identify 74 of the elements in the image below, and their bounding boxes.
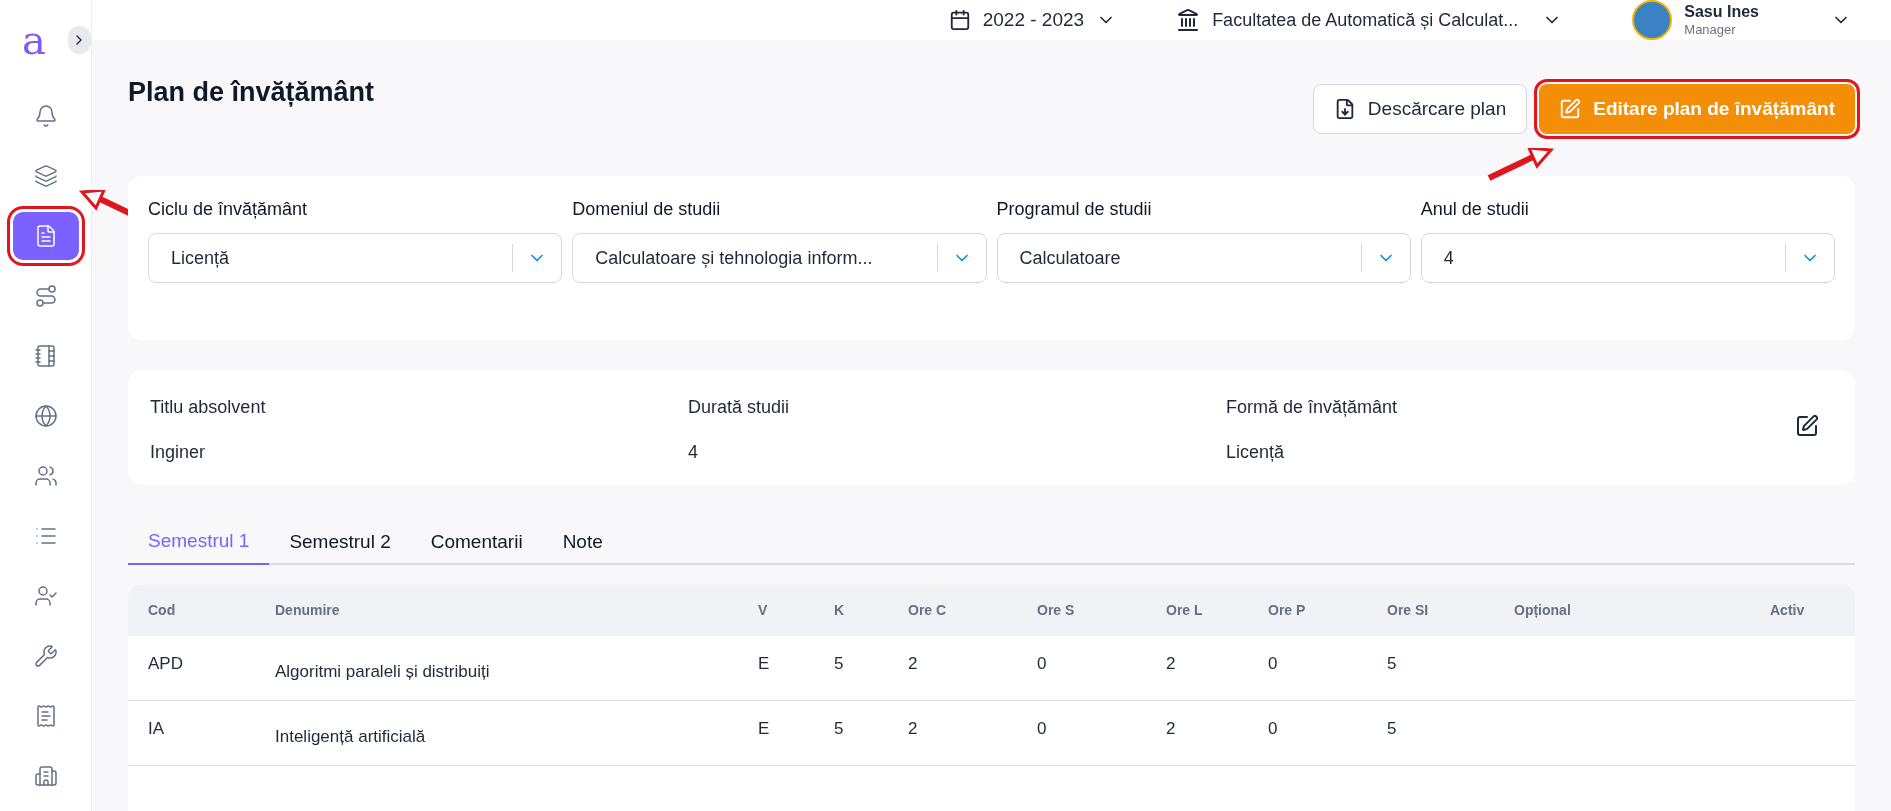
- filter-label: Anul de studii: [1420, 198, 1530, 221]
- table-cell-text: E: [758, 653, 771, 676]
- expand-button[interactable]: [67, 26, 91, 54]
- column-header: V: [758, 601, 769, 620]
- dropdown-field[interactable]: Licență: [148, 233, 563, 283]
- table-cell-text: 5: [834, 653, 845, 676]
- user-check-icon: [33, 584, 58, 608]
- table-cell-text: IA: [148, 718, 166, 741]
- filter-label: Ciclu de învățământ: [148, 198, 309, 221]
- info-label: Titlu absolvent: [150, 396, 267, 419]
- column-header: Ore L: [1166, 601, 1204, 620]
- table-cell-text: E: [758, 718, 771, 741]
- filter-label: Domeniul de studii: [572, 198, 722, 221]
- faculty-selector[interactable]: Facultatea de Automatică și Calculat...: [1176, 6, 1563, 34]
- edit-icon[interactable]: [1795, 414, 1819, 438]
- column-header: Ore C: [908, 601, 948, 620]
- user-role: Manager: [1684, 22, 1736, 38]
- table-cell-text: 2: [908, 653, 919, 676]
- layers-icon: [33, 164, 58, 188]
- users-icon: [33, 464, 58, 488]
- table-cell-text: Inteligență artificială: [275, 726, 427, 749]
- dropdown-value: Calculatoare: [1019, 246, 1122, 270]
- info-label: Durată studii: [688, 396, 791, 419]
- table-cell-text: 0: [1268, 653, 1279, 676]
- year-selector[interactable]: 2022 - 2023: [948, 5, 1117, 35]
- notebook-icon: [33, 344, 58, 368]
- logo: a: [22, 20, 46, 60]
- dropdown-value: 4: [1443, 246, 1455, 270]
- column-header: Cod: [148, 601, 177, 620]
- globe-icon: [33, 404, 58, 428]
- tab[interactable]: Semestrul 2: [269, 519, 411, 565]
- dropdown-value: Licență: [171, 246, 231, 270]
- table-cell-text: 5: [1387, 718, 1398, 741]
- filter-label: Programul de studii: [996, 198, 1153, 221]
- wrench-icon: [33, 644, 58, 668]
- column-header: K: [834, 601, 846, 620]
- column-header: Ore S: [1037, 601, 1076, 620]
- info-value: Inginer: [150, 441, 207, 464]
- dropdown-field[interactable]: 4: [1420, 233, 1835, 283]
- calendar-icon: [948, 9, 971, 31]
- table-cell-text: 0: [1037, 718, 1048, 741]
- table-cell-text: 0: [1037, 653, 1048, 676]
- download-button[interactable]: Descărcare plan: [1312, 84, 1528, 134]
- table-cell-text: Algoritmi paraleli și distribuiți: [275, 661, 491, 684]
- avatar: [1632, 0, 1673, 40]
- table-cell-text: 5: [1387, 653, 1398, 676]
- bell-icon: [33, 104, 58, 128]
- column-header: Denumire: [275, 601, 341, 620]
- table-cell-text: 0: [1268, 718, 1279, 741]
- info-value: Licență: [1226, 441, 1286, 464]
- route-icon: [33, 284, 58, 308]
- column-header: Ore SI: [1387, 601, 1430, 620]
- column-header: Opțional: [1514, 601, 1572, 620]
- tab[interactable]: Semestrul 1: [128, 519, 270, 565]
- table-cell-text: 2: [1166, 653, 1177, 676]
- column-header: Activ: [1770, 601, 1806, 620]
- dropdown-field[interactable]: Calculatoare și tehnologia inform...: [572, 233, 987, 283]
- info-value: 4: [688, 441, 699, 464]
- tab[interactable]: Comentarii: [410, 519, 543, 565]
- info-label: Formă de învățământ: [1226, 396, 1399, 419]
- institution-icon: [1176, 8, 1201, 32]
- dropdown-field[interactable]: Calculatoare: [996, 233, 1411, 283]
- user-name: Sasu Ines: [1684, 2, 1759, 22]
- table-cell-text: 2: [908, 718, 919, 741]
- dropdown-value: Calculatoare și tehnologia inform...: [595, 246, 874, 270]
- column-header: Ore P: [1268, 601, 1307, 620]
- table-cell-text: APD: [148, 653, 184, 676]
- edit-icon: [1559, 98, 1582, 120]
- page-title: Plan de învățământ: [128, 76, 375, 109]
- user-menu[interactable]: Sasu Ines Manager: [1632, 0, 1851, 40]
- table-cell-text: 5: [834, 718, 845, 741]
- tab[interactable]: Note: [542, 519, 623, 565]
- table-cell-text: 2: [1166, 718, 1177, 741]
- building-icon: [33, 764, 58, 788]
